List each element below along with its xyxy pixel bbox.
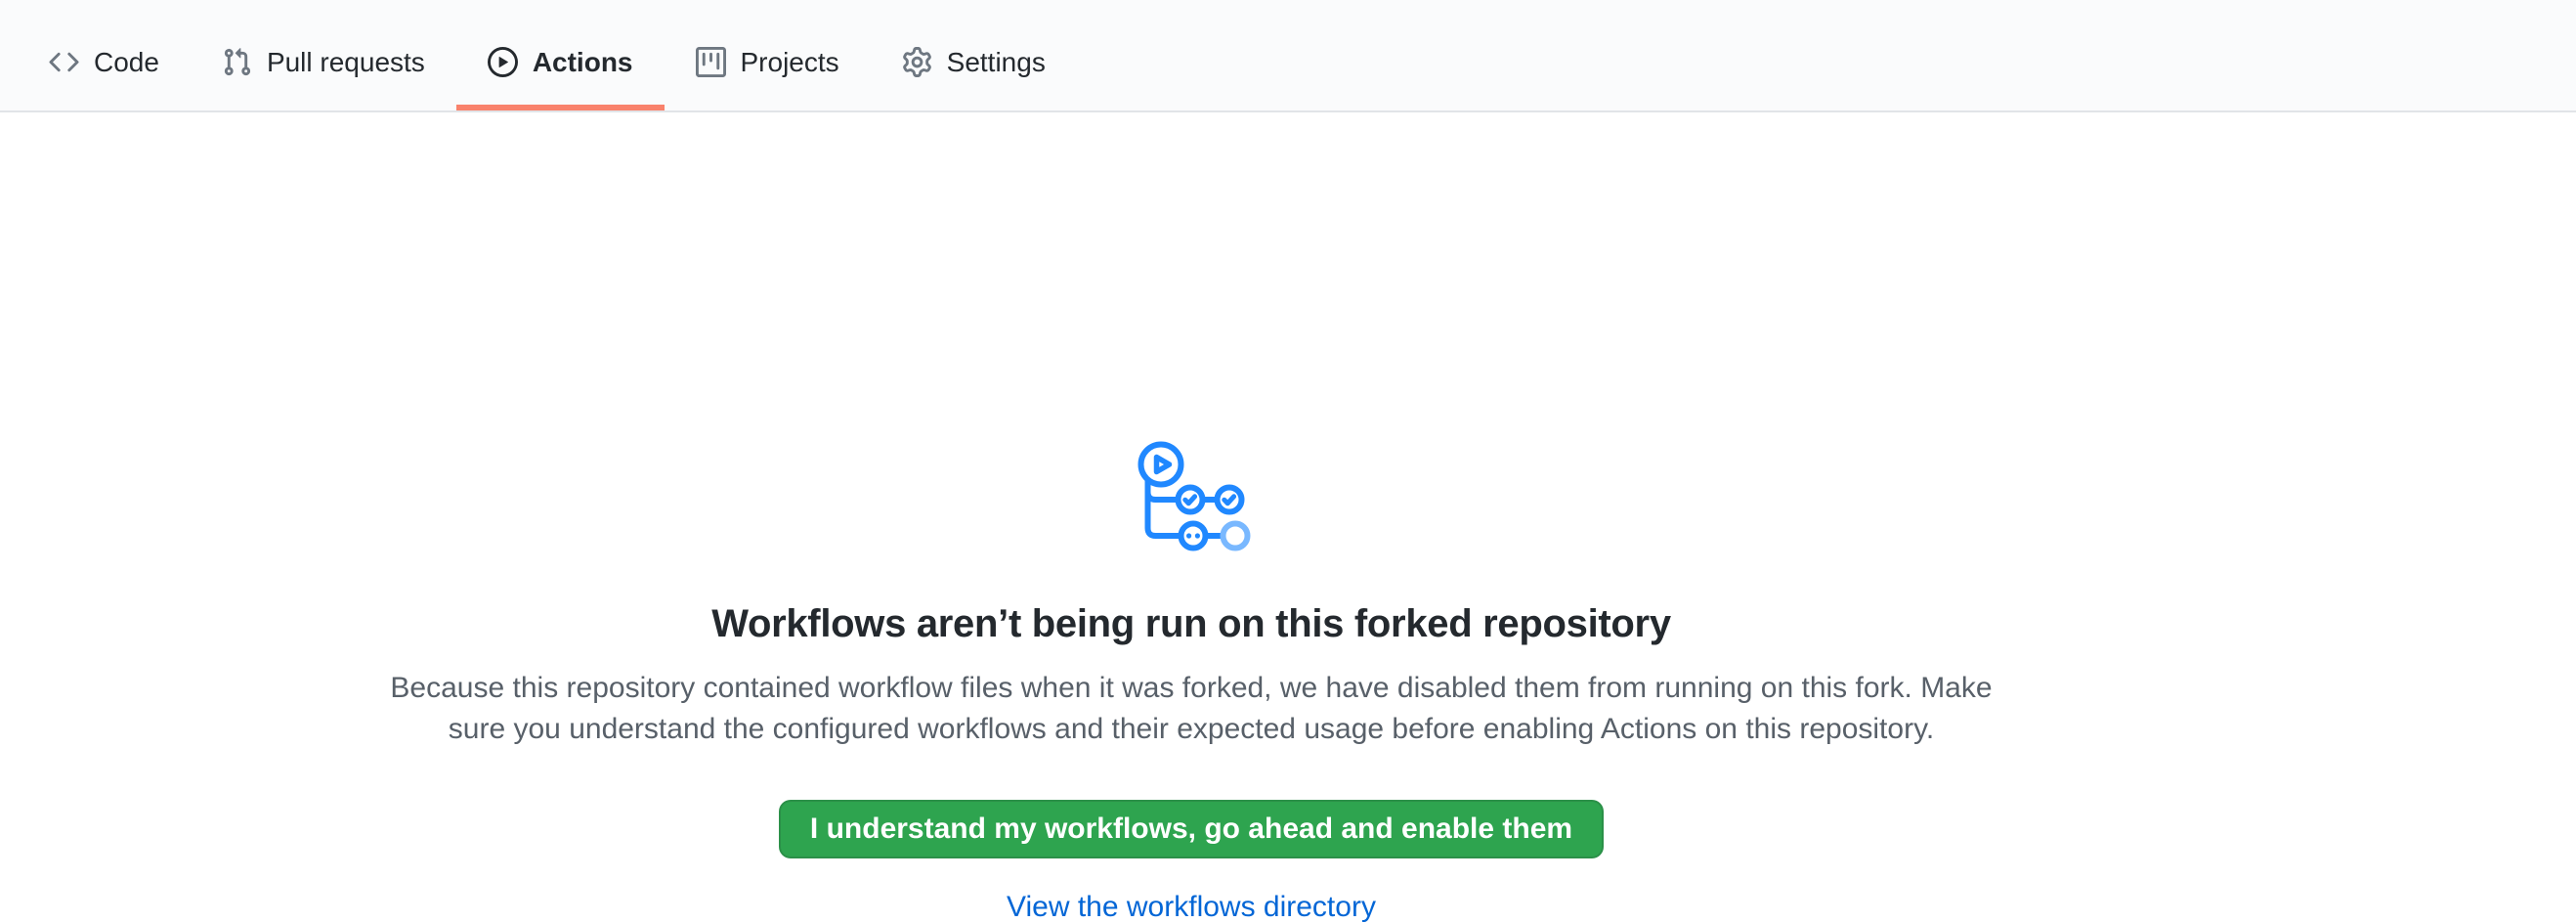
blankslate-title: Workflows aren’t being run on this forke… — [711, 599, 1671, 648]
view-workflows-directory-link[interactable]: View the workflows directory — [1007, 888, 1376, 923]
repo-tabbar: Code Pull requests Actions Projects Sett — [0, 0, 2576, 112]
tab-projects[interactable]: Projects — [665, 0, 871, 110]
tab-actions[interactable]: Actions — [456, 0, 665, 110]
tab-settings[interactable]: Settings — [871, 0, 1077, 110]
git-pull-request-icon — [222, 47, 252, 77]
tab-pull-requests[interactable]: Pull requests — [191, 0, 456, 110]
gear-icon — [902, 47, 932, 77]
tab-code[interactable]: Code — [18, 0, 191, 110]
code-icon — [49, 47, 79, 77]
blankslate-description: Because this repository contained workfl… — [390, 668, 1992, 750]
play-icon — [488, 47, 518, 77]
workflow-graph-icon — [1133, 441, 1251, 552]
tab-label: Pull requests — [267, 48, 425, 77]
repo-actions-page: Code Pull requests Actions Projects Sett — [0, 0, 2576, 923]
tab-label: Projects — [741, 48, 839, 77]
actions-blankslate: Workflows aren’t being run on this forke… — [0, 112, 2576, 923]
project-icon — [696, 47, 726, 77]
tab-label: Actions — [533, 48, 633, 77]
enable-workflows-button[interactable]: I understand my workflows, go ahead and … — [779, 800, 1604, 858]
tab-label: Code — [94, 48, 159, 77]
tab-label: Settings — [947, 48, 1046, 77]
